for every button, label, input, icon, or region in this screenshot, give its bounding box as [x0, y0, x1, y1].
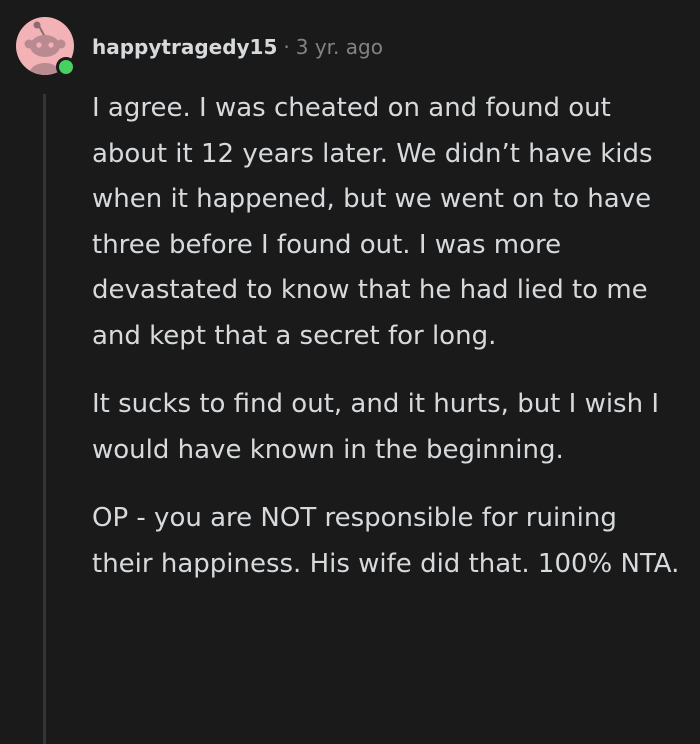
comment-paragraph: It sucks to find out, and it hurts, but …: [92, 389, 660, 465]
comment-body: I agree. I was cheated on and found out …: [92, 86, 682, 610]
thread-collapse-line[interactable]: [43, 94, 46, 744]
online-dot-icon: [56, 57, 76, 77]
comment-paragraph: OP - you are NOT responsible for ruining…: [92, 503, 680, 579]
comment-paragraph: I agree. I was cheated on and found out …: [92, 93, 653, 351]
comment-meta: happytragedy15 · 3 yr. ago: [92, 32, 383, 62]
avatar[interactable]: [16, 17, 76, 77]
comment-age[interactable]: 3 yr. ago: [296, 35, 383, 59]
meta-separator: ·: [283, 35, 290, 59]
username-link[interactable]: happytragedy15: [92, 35, 277, 59]
